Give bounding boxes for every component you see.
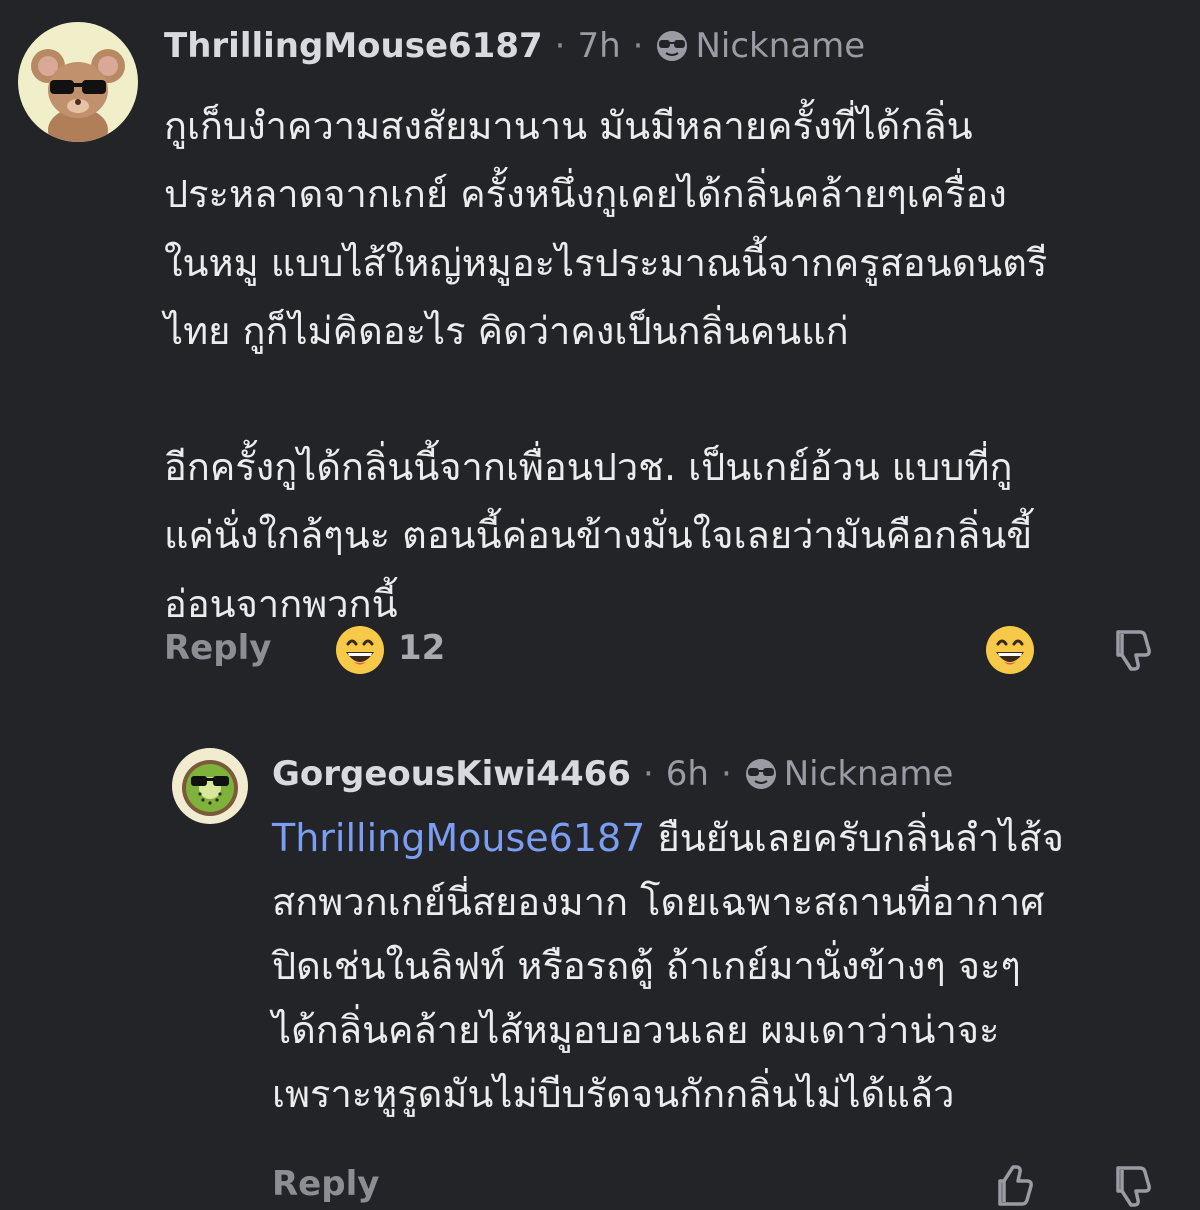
username[interactable]: ThrillingMouse6187 (164, 24, 543, 68)
username[interactable]: GorgeousKiwi4466 (272, 752, 631, 796)
comment-line: ไทย กูก็ไม่คิดอะไร คิดว่าคงเป็นกลิ่นคนแก… (164, 308, 849, 353)
comment-body: ThrillingMouse6187 ยืนยันเลยครับกลิ่นลำไ… (272, 806, 1064, 1126)
comment-body: กูเก็บงำความสงสัยมานาน มันมีหลายครั้งที่… (164, 92, 1047, 638)
comment-line: ได้กลิ่นคล้ายไส้หมูอบอวนเลย ผมเดาว่าน่าจ… (272, 1008, 1000, 1052)
sunglasses-emoji-icon (745, 759, 776, 789)
reaction-count: 12 (398, 628, 446, 668)
comment-line: เพราะหูรูดมันไม่บีบรัดจนกักกลิ่นไม่ได้แล… (272, 1072, 955, 1116)
comment-line: อ่อนจากพวกนี้ (164, 581, 398, 626)
comment-line: กูเก็บงำความสงสัยมานาน มันมีหลายครั้งที่… (164, 104, 973, 148)
reply-button[interactable]: Reply (272, 1164, 379, 1204)
thumbs-down-icon[interactable] (1108, 1162, 1156, 1210)
comment-line: ในหมู แบบไส้ใหญ่หมูอะไรประมาณนี้จากครูสอ… (164, 240, 1048, 285)
sunglasses-emoji-icon (657, 31, 688, 61)
comment-line: สกพวกเกย์นี่สยองมาก โดยเฉพาะสถานที่อากาศ (272, 880, 1045, 924)
reply-button[interactable]: Reply (164, 628, 271, 668)
comment-header: GorgeousKiwi4466 · 6h · Nickname (272, 752, 953, 796)
avatar-kiwi[interactable] (172, 748, 248, 824)
thumbs-up-icon[interactable] (990, 1162, 1038, 1210)
comment-paragraph: กูเก็บงำความสงสัยมานาน มันมีหลายครั้งที่… (164, 92, 1047, 365)
separator-dot: · (632, 26, 644, 66)
comment-line: ปิดเช่นในลิฟท์ หรือรถตู้ ถ้าเกย์มานั่งข้… (272, 944, 1021, 988)
separator-dot: · (642, 754, 654, 794)
user-flair: Nickname (695, 26, 866, 66)
user-flair: Nickname (783, 754, 954, 794)
grinning-emoji-icon[interactable] (334, 624, 386, 676)
separator-dot: · (554, 26, 566, 66)
comment-line: อีกครั้งกูได้กลิ่นนี้จากเพื่อนปวช. เป็นเ… (164, 445, 1013, 490)
avatar-mouse[interactable] (18, 22, 138, 142)
comment-line: ยืนยันเลยครับกลิ่นลำไส้จ (645, 816, 1064, 860)
separator-dot: · (720, 754, 732, 794)
timestamp: 6h (665, 754, 709, 794)
comment-line: แค่นั่งใกล้ๆนะ ตอนนี้ค่อนข้างมั่นใจเลยว่… (164, 513, 1033, 558)
user-mention-link[interactable]: ThrillingMouse6187 (272, 816, 645, 860)
comment-header: ThrillingMouse6187 · 7h · Nickname (164, 24, 865, 68)
comment-line: ประหลาดจากเกย์ ครั้งหนึ่งกูเคยได้กลิ่นคล… (164, 172, 1007, 217)
grinning-emoji-icon[interactable] (984, 624, 1036, 676)
timestamp: 7h (577, 26, 621, 66)
thumbs-down-icon[interactable] (1108, 626, 1156, 674)
comment-paragraph: อีกครั้งกูได้กลิ่นนี้จากเพื่อนปวช. เป็นเ… (164, 433, 1047, 638)
